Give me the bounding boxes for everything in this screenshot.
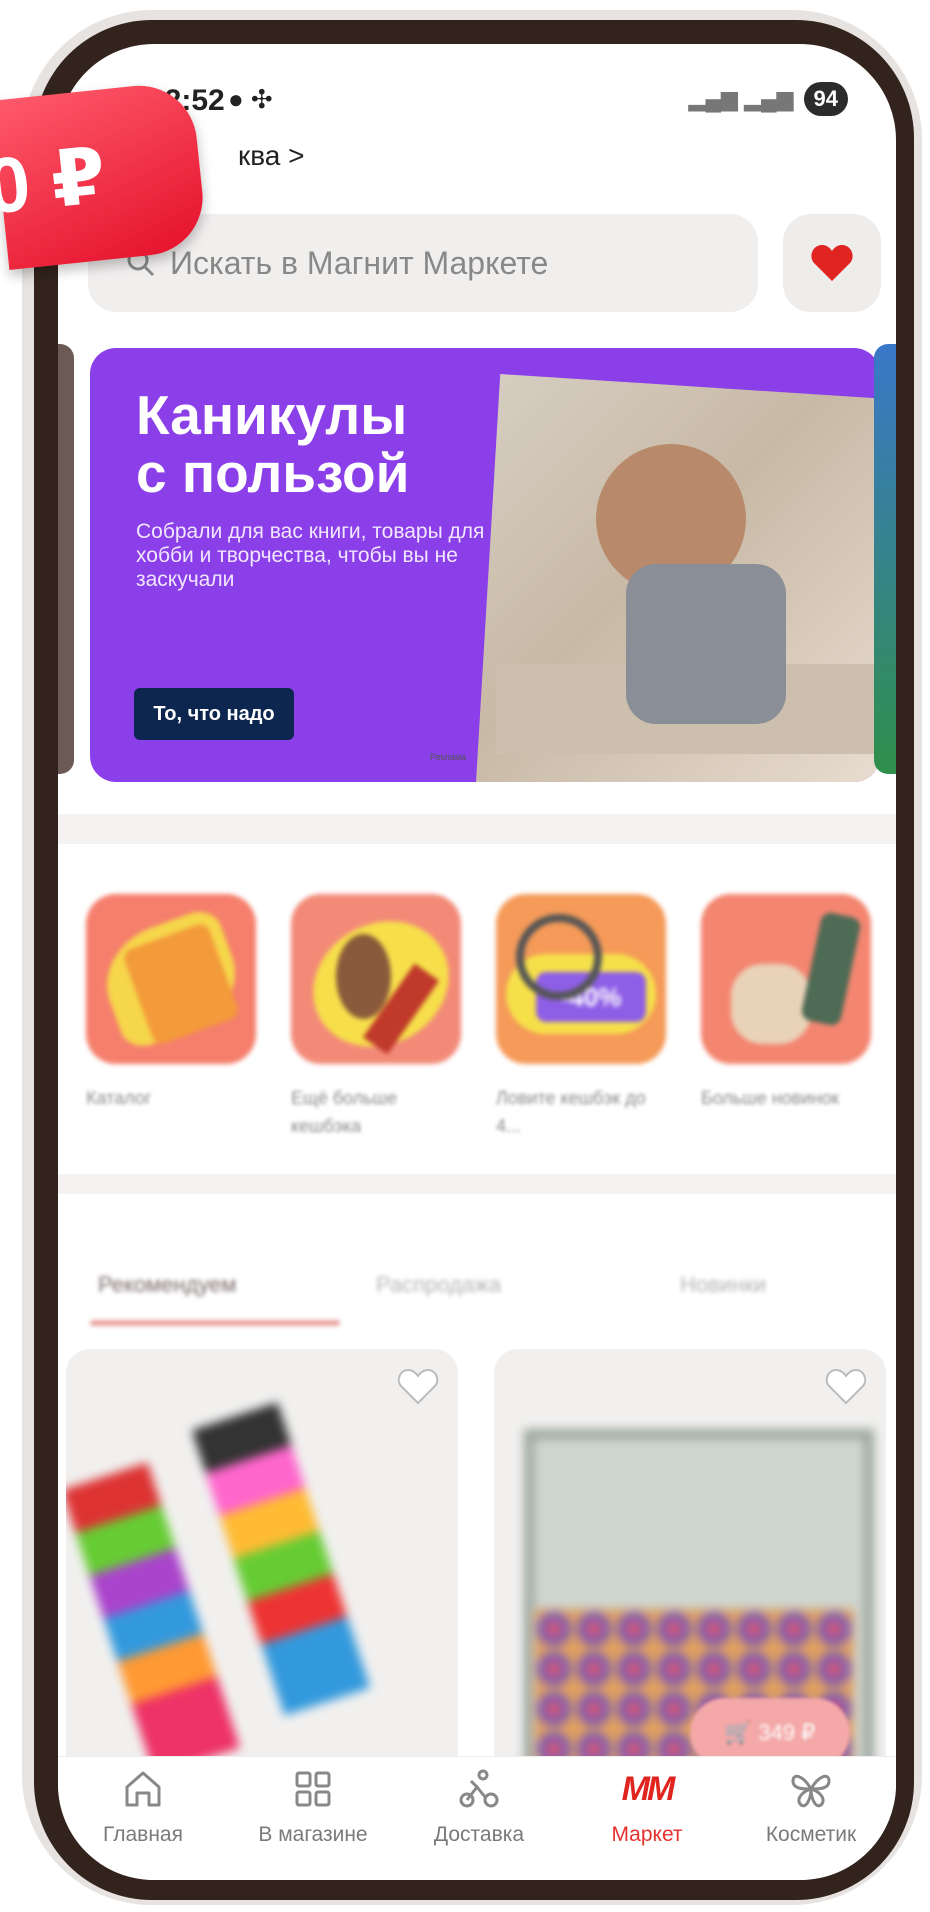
nav-delivery[interactable]: Доставка	[394, 1767, 564, 1847]
shortcut-catalog[interactable]: Каталог	[86, 894, 256, 1112]
section-divider	[58, 1174, 896, 1194]
app-screen: 12:52 ● ✣ ▂▄▆ ▂▄▆ 94 ква > Искать в Магн…	[58, 44, 896, 1880]
section-divider	[58, 814, 896, 844]
bottom-navigation: Главная В магазине Доставка MM Маркет Ко…	[58, 1756, 896, 1880]
banner-subtitle: Собрали для вас книги, товары для хобби …	[136, 520, 485, 591]
shortcut-new-items[interactable]: Больше новинок	[701, 894, 871, 1112]
shortcut-label: Ещё больше кешбэка	[291, 1088, 398, 1136]
shortcut-cashback-40[interactable]: -40% Ловите кешбэк до 4...	[496, 894, 666, 1140]
shortcut-label: Каталог	[86, 1088, 152, 1108]
location-selector[interactable]: ква >	[238, 140, 305, 172]
banner-title: Каникулы с пользой	[136, 384, 410, 504]
discount-tile: -40%	[496, 894, 666, 1064]
nav-label: Маркет	[611, 1823, 683, 1846]
favorite-heart-icon[interactable]	[396, 1367, 440, 1407]
promo-price-badge: 0 ₽	[0, 80, 209, 270]
notification-icons: ● ✣	[228, 84, 273, 114]
grid-icon	[295, 1771, 331, 1807]
shortcut-label: Ловите кешбэк до 4...	[496, 1088, 646, 1136]
banner-prev-peek[interactable]	[58, 344, 74, 774]
tab-new[interactable]: Новинки	[680, 1272, 766, 1298]
signal-icon: ▂▄▆ ▂▄▆	[688, 86, 794, 111]
product-image	[66, 1462, 241, 1776]
nav-label: Главная	[103, 1823, 183, 1846]
status-right: ▂▄▆ ▂▄▆ 94	[689, 82, 848, 116]
catalog-tile	[86, 894, 256, 1064]
nav-in-store[interactable]: В магазине	[228, 1767, 398, 1847]
banner-ad-note: Реклама	[430, 752, 467, 762]
shortcut-label: Больше новинок	[701, 1088, 840, 1108]
nav-label: В магазине	[258, 1823, 368, 1846]
banner-next-peek[interactable]	[874, 344, 896, 774]
favorite-heart-icon[interactable]	[824, 1367, 868, 1407]
tab-active-indicator	[90, 1320, 340, 1326]
nav-home[interactable]: Главная	[58, 1767, 228, 1847]
nav-cosmetics[interactable]: Косметик	[726, 1767, 896, 1847]
product-image	[191, 1402, 371, 1716]
banner-photo	[476, 374, 880, 782]
nav-label: Косметик	[765, 1823, 857, 1846]
search-placeholder: Искать в Магнит Маркете	[170, 244, 549, 281]
mm-logo-icon: MM	[621, 1770, 676, 1808]
tab-recommended[interactable]: Рекомендуем	[98, 1272, 237, 1298]
favorites-button[interactable]	[783, 214, 881, 312]
tab-sale[interactable]: Распродажа	[376, 1272, 501, 1298]
shortcut-cashback[interactable]: Ещё больше кешбэка	[291, 894, 461, 1140]
new-items-tile	[701, 894, 871, 1064]
promo-price-text: 0 ₽	[0, 130, 110, 231]
nav-market[interactable]: MM Маркет	[562, 1767, 732, 1847]
promo-banner[interactable]: Каникулы с пользой Собрали для вас книги…	[90, 348, 880, 782]
cashback-tile	[291, 894, 461, 1064]
butterfly-icon	[791, 1774, 831, 1808]
product-tabs: Рекомендуем Распродажа Новинки	[58, 1262, 896, 1342]
shortcut-row: Каталог Ещё больше кешбэка -40% Ловите к…	[86, 894, 896, 1154]
banner-cta-button[interactable]: То, что надо	[134, 688, 294, 740]
home-icon	[125, 1771, 161, 1807]
courier-icon	[459, 1769, 499, 1808]
battery-indicator: 94	[803, 82, 848, 116]
nav-label: Доставка	[433, 1823, 525, 1846]
product-card[interactable]	[66, 1349, 458, 1779]
heart-icon	[811, 245, 853, 281]
